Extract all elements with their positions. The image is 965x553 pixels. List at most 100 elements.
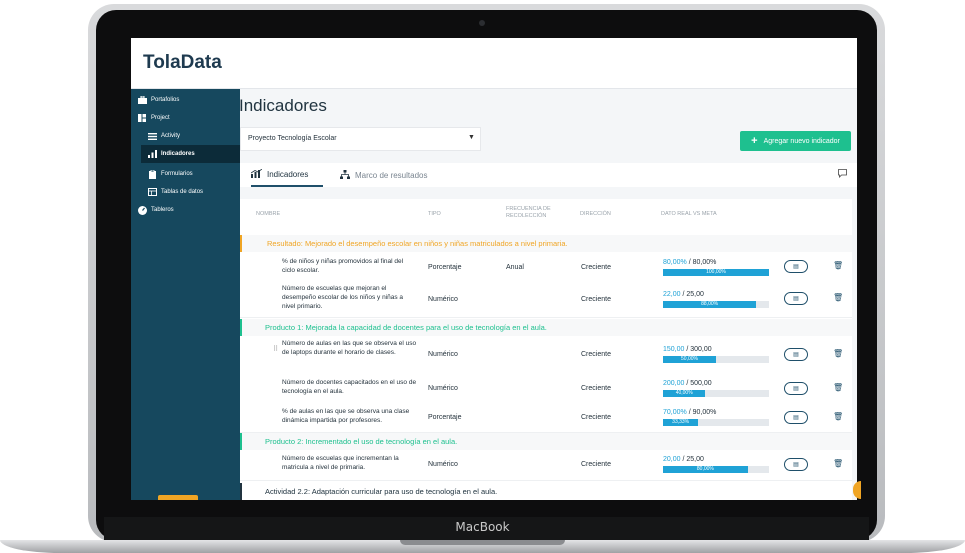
dashboard-icon xyxy=(137,205,147,215)
activity-title: Actividad 2.2: Adaptación curricular par… xyxy=(265,487,498,496)
table-row[interactable]: % de aulas en las que se observa una cla… xyxy=(240,403,852,433)
page-title: Indicadores xyxy=(239,96,327,115)
indicator-name: % de niños y niñas promovidos al final d… xyxy=(282,258,404,274)
indicator-direction: Creciente xyxy=(581,414,611,421)
sidebar-item-label: Portafolios xyxy=(151,97,180,103)
tab-label: Indicadores xyxy=(267,169,309,179)
drag-handle-icon[interactable]: ⠿ xyxy=(273,345,278,353)
sidebar-item-label: Indicadores xyxy=(161,151,195,157)
detail-button[interactable]: ▤ xyxy=(784,348,808,361)
indicator-value: 22,00 / 25,00 xyxy=(663,291,704,298)
group-row-resultado[interactable]: Resultado: Mejorado el desempeño escolar… xyxy=(240,235,852,252)
project-select[interactable]: Proyecto Tecnología Escolar ▼ xyxy=(240,127,481,151)
table-icon xyxy=(147,187,157,197)
indicator-frequency: Anual xyxy=(506,264,524,271)
plus-icon: + xyxy=(751,135,758,147)
sidebar-item-tableros[interactable]: Tableros xyxy=(137,201,174,219)
detail-button[interactable]: ▤ xyxy=(784,260,808,273)
indicator-name: Número de escuelas que mejoran el desemp… xyxy=(282,285,404,310)
trash-icon[interactable]: 🗑 xyxy=(833,459,843,468)
chart-line-icon xyxy=(250,168,263,180)
bar-chart-icon xyxy=(147,149,157,159)
tab-indicadores[interactable]: Indicadores xyxy=(250,163,323,187)
comment-icon[interactable] xyxy=(838,169,847,180)
tab-marco-resultados[interactable]: Marco de resultados xyxy=(340,163,427,187)
group-row-producto-1[interactable]: Producto 1: Mejorada la capacidad de doc… xyxy=(240,319,852,336)
help-tab[interactable] xyxy=(853,481,861,499)
add-indicator-label: Agregar nuevo indicador xyxy=(763,137,840,145)
detail-button[interactable]: ▤ xyxy=(784,411,808,424)
tab-bar: Indicadores Marco de resultados xyxy=(240,163,857,187)
header-nombre: NOMBRE xyxy=(256,211,281,217)
trash-icon[interactable]: 🗑 xyxy=(833,261,843,270)
sidebar-item-tablas[interactable]: Tablas de datos xyxy=(147,183,203,201)
indicator-type: Porcentaje xyxy=(428,264,462,271)
table-row[interactable]: % de niños y niñas promovidos al final d… xyxy=(240,252,852,282)
camera-icon xyxy=(479,20,485,26)
indicator-value: 20,00 / 25,00 xyxy=(663,456,704,463)
indicator-value: 200,00 / 500,00 xyxy=(663,380,712,387)
table-row[interactable]: Número de escuelas que incrementan la ma… xyxy=(240,450,852,481)
sidebar-item-label: Activity xyxy=(161,133,181,139)
sidebar-item-label: Project xyxy=(151,115,170,121)
sidebar-item-label: Tablas de datos xyxy=(161,189,204,195)
sidebar-item-label: Formularios xyxy=(161,171,193,177)
top-bar: TolaData xyxy=(131,38,857,89)
indicator-value: 70,00% / 90,00% xyxy=(663,409,717,416)
activity-row[interactable]: Actividad 2.2: Adaptación curricular par… xyxy=(240,483,852,500)
sidebar-item-project[interactable]: Project xyxy=(137,109,170,127)
table-row[interactable]: Número de docentes capacitados en el uso… xyxy=(240,374,852,404)
sitemap-icon xyxy=(340,169,350,181)
table-row[interactable]: ⠿ Número de aulas en las que se observa … xyxy=(240,336,852,375)
indicator-type: Porcentaje xyxy=(428,414,462,421)
indicator-name: % de aulas en las que se observa una cla… xyxy=(282,408,410,424)
table-header: NOMBRE TIPO FRECUENCIA DE RECOLECCIÓN DI… xyxy=(240,199,852,233)
sidebar-item-activity[interactable]: Activity xyxy=(147,127,180,145)
progress-bar: 50,00% xyxy=(663,356,769,363)
progress-bar: 80,00% xyxy=(663,466,769,473)
sidebar-action-button[interactable] xyxy=(158,495,198,500)
indicator-type: Numérico xyxy=(428,351,458,358)
indicator-type: Numérico xyxy=(428,385,458,392)
list-icon xyxy=(147,131,157,141)
detail-button[interactable]: ▤ xyxy=(784,292,808,305)
sidebar-item-portafolios[interactable]: Portafolios xyxy=(137,91,179,109)
group-row-producto-2[interactable]: Producto 2: Incrementado el uso de tecno… xyxy=(240,433,852,450)
trash-icon[interactable]: 🗑 xyxy=(833,412,843,421)
trash-icon[interactable]: 🗑 xyxy=(833,383,843,392)
detail-button[interactable]: ▤ xyxy=(784,458,808,471)
indicator-direction: Creciente xyxy=(581,461,611,468)
indicator-type: Numérico xyxy=(428,461,458,468)
trash-icon[interactable]: 🗑 xyxy=(833,349,843,358)
list-icon: ▤ xyxy=(793,264,799,270)
progress-bar: 88,00% xyxy=(663,301,769,308)
caret-down-icon: ▼ xyxy=(468,134,475,141)
group-title: Producto 1: Mejorada la capacidad de doc… xyxy=(265,323,547,332)
indicator-name: Número de escuelas que incrementan la ma… xyxy=(282,455,399,471)
app-logo[interactable]: TolaData xyxy=(143,52,222,74)
clipboard-icon xyxy=(147,169,157,179)
indicator-direction: Creciente xyxy=(581,296,611,303)
sidebar: Portafolios Project Activity Indicadores… xyxy=(131,89,240,500)
progress-bar: 100,00% xyxy=(663,269,769,276)
sidebar-item-formularios[interactable]: Formularios xyxy=(147,165,193,183)
list-icon: ▤ xyxy=(793,386,799,392)
header-frecuencia: FRECUENCIA DE RECOLECCIÓN xyxy=(506,206,551,219)
project-select-value: Proyecto Tecnología Escolar xyxy=(248,135,337,142)
table-row[interactable]: Número de escuelas que mejoran el desemp… xyxy=(240,281,852,318)
detail-button[interactable]: ▤ xyxy=(784,382,808,395)
indicator-value: 150,00 / 300,00 xyxy=(663,346,712,353)
indicator-direction: Creciente xyxy=(581,264,611,271)
list-icon: ▤ xyxy=(793,352,799,358)
indicator-name: Número de docentes capacitados en el uso… xyxy=(282,379,417,395)
indicators-table: NOMBRE TIPO FRECUENCIA DE RECOLECCIÓN DI… xyxy=(240,199,852,500)
sidebar-item-label: Tableros xyxy=(151,207,174,213)
sidebar-item-indicadores[interactable]: Indicadores xyxy=(141,145,240,163)
indicator-value: 80,00% / 80,00% xyxy=(663,259,717,266)
indicator-direction: Creciente xyxy=(581,351,611,358)
indicator-direction: Creciente xyxy=(581,385,611,392)
header-tipo: TIPO xyxy=(428,211,441,217)
indicator-name: Número de aulas en las que se observa el… xyxy=(282,340,417,356)
trash-icon[interactable]: 🗑 xyxy=(833,293,843,302)
add-indicator-button[interactable]: + Agregar nuevo indicador xyxy=(740,131,851,151)
